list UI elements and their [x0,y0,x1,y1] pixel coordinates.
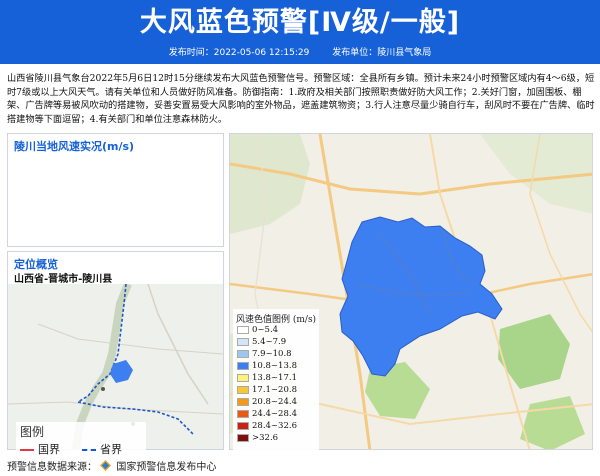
scale-item: >32.6 [237,433,278,444]
warning-center-logo-icon [100,460,112,471]
swatch-icon [237,337,249,346]
scale-item: 24.4~28.4 [237,409,297,420]
red-line-icon [20,449,34,451]
footer-prefix: 预警信息数据来源： [7,462,97,473]
scale-item: 5.4~7.9 [237,337,286,348]
blue-dashed-line-icon [82,449,96,451]
meta-line: 发布时间：2022-05-06 12:15:29 发布单位：陵川县气象局 [0,46,600,60]
legend-title: 图例 [20,425,45,439]
swatch-icon [237,433,249,442]
location-place: 山西省-晋城市-陵川县 [14,274,113,285]
swatch-icon [237,397,249,406]
legend-item-province-border: 省界 [82,441,122,457]
scale-item: 7.9~10.8 [237,349,292,360]
wind-panel-title: 陵川当地风速实况(m/s) [14,140,135,153]
scale-item: 20.8~24.4 [237,397,297,408]
swatch-icon [237,409,249,418]
scale-item: 13.8~17.1 [237,373,297,384]
overview-minimap[interactable]: 图例 国界 省界 [7,282,224,476]
warning-body-text: 山西省陵川县气象台2022年5月6日12时15分继续发布大风蓝色预警信号。预警区… [7,73,595,125]
swatch-icon [237,373,249,382]
swatch-icon [237,325,249,334]
scale-item: 28.4~32.6 [237,421,297,432]
wind-observation-panel: 陵川当地风速实况(m/s) [7,133,224,247]
publish-time: 发布时间：2022-05-06 12:15:29 [168,48,310,58]
header-banner: 大风蓝色预警[Ⅳ级/一般] 发布时间：2022-05-06 12:15:29 发… [0,0,600,64]
swatch-icon [237,361,249,370]
legend-item-national-border: 国界 [20,441,60,457]
swatch-icon [237,421,249,430]
publisher: 发布单位：陵川县气象局 [332,48,432,58]
location-overview-panel: 定位概览 山西省-晋城市-陵川县 图例 国界 省界 [7,251,224,476]
scale-item: 17.1~20.8 [237,385,297,396]
footer-source-link[interactable]: 国家预警信息发布中心 [116,462,216,473]
swatch-icon [237,385,249,394]
scale-title: 风速色值图例 (m/s) [236,315,317,325]
swatch-icon [237,349,249,358]
scale-item: 10.8~13.8 [237,361,297,372]
scale-item: 0~5.4 [237,325,278,336]
page-title: 大风蓝色预警[Ⅳ级/一般] [139,7,461,38]
wind-speed-color-scale: 风速色值图例 (m/s) 0~5.4 5.4~7.9 7.9~10.8 10.8… [233,309,319,452]
